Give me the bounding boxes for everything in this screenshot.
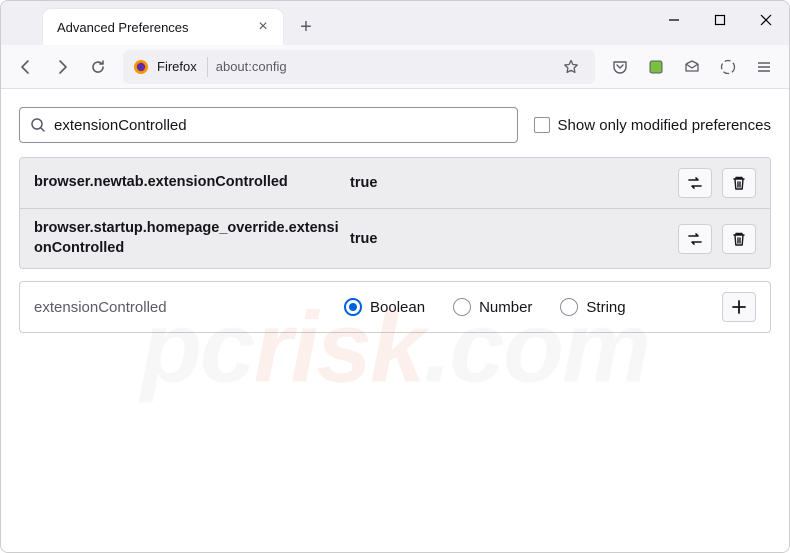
radio-icon <box>560 298 578 316</box>
close-tab-icon[interactable]: × <box>253 17 273 37</box>
search-row: Show only modified preferences <box>19 107 771 143</box>
checkbox-icon <box>534 117 550 133</box>
radio-string[interactable]: String <box>560 298 625 316</box>
tab-title: Advanced Preferences <box>57 20 253 35</box>
radio-label: String <box>586 299 625 316</box>
pref-row: browser.startup.homepage_override.extens… <box>20 208 770 268</box>
new-tab-button[interactable]: + <box>291 12 321 42</box>
bookmark-star-icon[interactable] <box>557 53 585 81</box>
radio-label: Number <box>479 299 532 316</box>
radio-number[interactable]: Number <box>453 298 532 316</box>
search-icon <box>30 117 46 133</box>
toolbar: Firefox about:config <box>1 45 789 89</box>
show-modified-label: Show only modified preferences <box>558 117 771 134</box>
pref-value: true <box>344 231 678 247</box>
type-radio-group: Boolean Number String <box>344 298 722 316</box>
toggle-button[interactable] <box>678 224 712 254</box>
back-button[interactable] <box>9 50 43 84</box>
radio-boolean[interactable]: Boolean <box>344 298 425 316</box>
url-bar[interactable]: Firefox about:config <box>123 50 595 84</box>
search-input[interactable] <box>54 117 507 134</box>
maximize-button[interactable] <box>697 1 743 39</box>
radio-label: Boolean <box>370 299 425 316</box>
pref-name: browser.newtab.extensionControlled <box>34 173 344 193</box>
new-pref-name: extensionControlled <box>34 299 344 316</box>
firefox-icon <box>133 59 149 75</box>
menu-button[interactable] <box>747 50 781 84</box>
minimize-button[interactable] <box>651 1 697 39</box>
window: Advanced Preferences × + <box>0 0 790 553</box>
browser-tab[interactable]: Advanced Preferences × <box>43 9 283 45</box>
url-identity-label: Firefox <box>157 59 197 74</box>
radio-icon <box>453 298 471 316</box>
content-area: pcrisk.com Show only modified preference… <box>1 89 789 552</box>
search-box[interactable] <box>19 107 518 143</box>
forward-button[interactable] <box>45 50 79 84</box>
pref-row: browser.newtab.extensionControlled true <box>20 158 770 208</box>
pref-actions <box>678 168 756 198</box>
account-icon[interactable] <box>711 50 745 84</box>
pref-value: true <box>344 175 678 191</box>
prefs-table: browser.newtab.extensionControlled true … <box>19 157 771 269</box>
extension-icon[interactable] <box>639 50 673 84</box>
radio-icon <box>344 298 362 316</box>
pref-actions <box>678 224 756 254</box>
url-text: about:config <box>216 59 287 74</box>
reload-button[interactable] <box>81 50 115 84</box>
pref-name: browser.startup.homepage_override.extens… <box>34 219 344 258</box>
mail-icon[interactable] <box>675 50 709 84</box>
toggle-button[interactable] <box>678 168 712 198</box>
add-pref-button[interactable] <box>722 292 756 322</box>
pocket-icon[interactable] <box>603 50 637 84</box>
window-controls <box>651 1 789 39</box>
titlebar: Advanced Preferences × + <box>1 1 789 45</box>
new-pref-row: extensionControlled Boolean Number Strin… <box>19 281 771 333</box>
close-window-button[interactable] <box>743 1 789 39</box>
urlbar-divider <box>207 57 208 77</box>
delete-button[interactable] <box>722 168 756 198</box>
delete-button[interactable] <box>722 224 756 254</box>
show-modified-checkbox[interactable]: Show only modified preferences <box>534 117 771 134</box>
